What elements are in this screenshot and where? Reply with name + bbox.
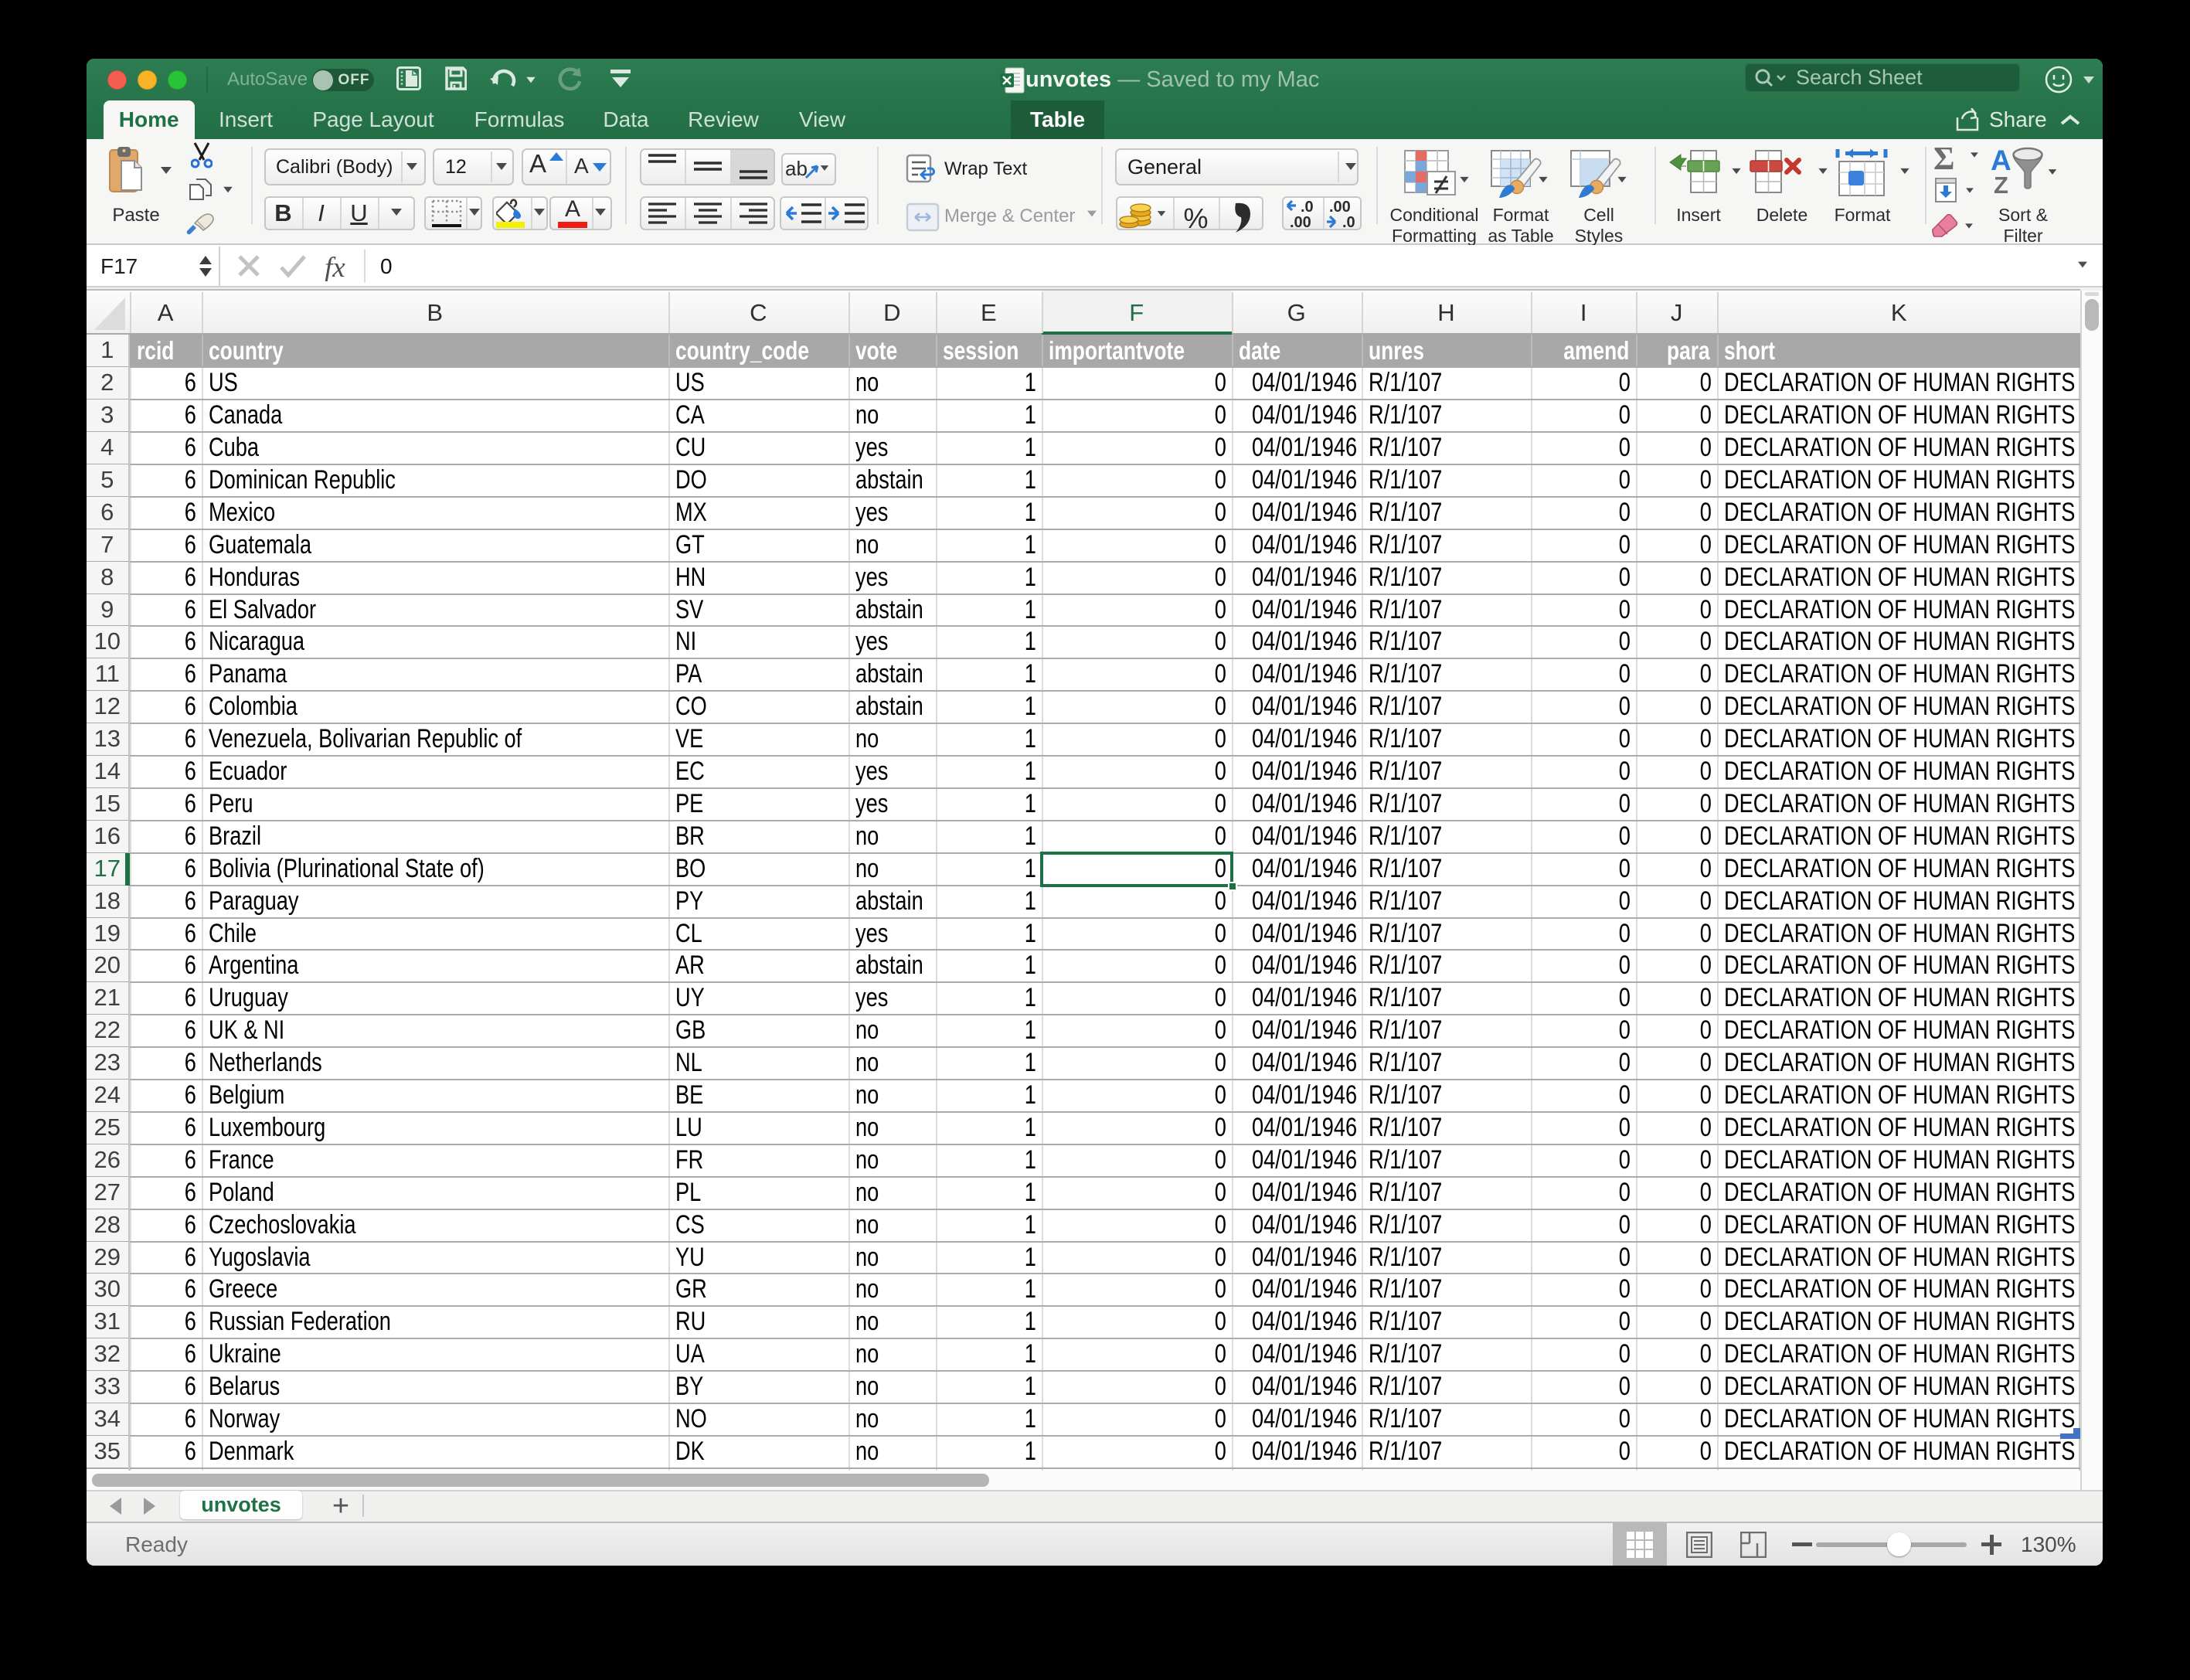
svg-text:.00: .00 (1290, 214, 1311, 228)
svg-text:fx: fx (325, 252, 345, 281)
svg-text:Z: Z (1994, 172, 2008, 196)
svg-text:.0: .0 (1301, 200, 1314, 216)
svg-text:.00: .00 (1329, 200, 1351, 216)
svg-text:ab: ab (785, 157, 808, 180)
